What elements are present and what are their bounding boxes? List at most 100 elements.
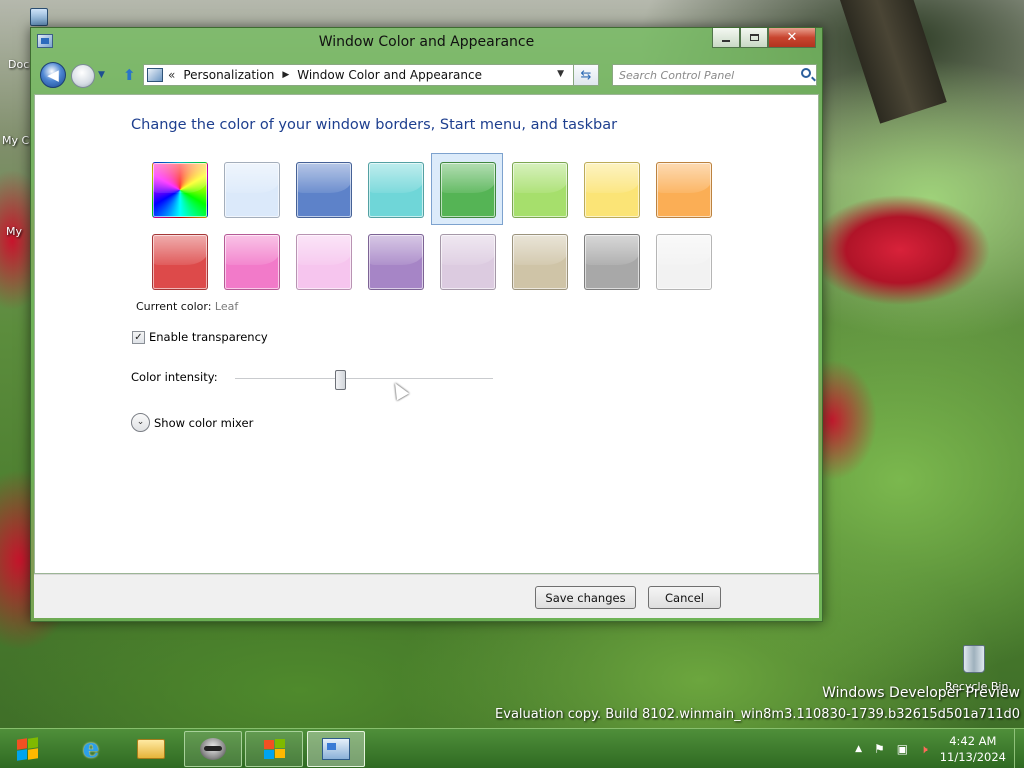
clock-time: 4:42 AM bbox=[949, 734, 997, 748]
color-swatch-tile bbox=[368, 162, 424, 218]
search-box[interactable] bbox=[612, 64, 817, 86]
control-panel-icon bbox=[147, 68, 163, 82]
color-swatch-violet[interactable] bbox=[359, 225, 431, 297]
back-arrow-icon: ◀ bbox=[47, 66, 59, 84]
color-intensity-slider-thumb[interactable] bbox=[334, 370, 346, 390]
network-icon[interactable]: ▣ bbox=[897, 742, 908, 756]
recent-pages-dropdown[interactable]: ▼ bbox=[98, 70, 105, 80]
address-overflow-chevron[interactable]: « bbox=[168, 68, 175, 82]
refresh-button[interactable]: ⇆ bbox=[573, 64, 599, 86]
color-swatch-tile bbox=[368, 234, 424, 290]
windows-flag-icon bbox=[262, 738, 286, 760]
page-heading: Change the color of your window borders,… bbox=[131, 117, 618, 133]
color-swatch-blush[interactable] bbox=[287, 225, 359, 297]
desktop-icon-recycle-bin[interactable] bbox=[963, 645, 985, 673]
color-swatch-sea-foam[interactable] bbox=[359, 153, 431, 225]
folder-icon bbox=[137, 739, 165, 759]
dialog-footer: Save changes Cancel bbox=[34, 574, 819, 618]
back-button[interactable]: ◀ bbox=[40, 62, 66, 88]
taskbar-file-explorer[interactable] bbox=[122, 731, 180, 767]
color-swatch-lime[interactable] bbox=[503, 153, 575, 225]
wallpaper-tree-trunk bbox=[840, 0, 947, 124]
current-color-value: Leaf bbox=[214, 300, 239, 313]
enable-transparency-checkbox[interactable]: ✓ bbox=[132, 330, 145, 344]
taskbar: e ▲ ⚑ ▣ 🕨 4:42 AM 11/13/2024 bbox=[0, 728, 1024, 768]
internet-explorer-icon: e bbox=[82, 734, 100, 764]
color-swatch-tile bbox=[584, 234, 640, 290]
color-swatch-twilight[interactable] bbox=[287, 153, 359, 225]
up-arrow-icon[interactable]: ⬆ bbox=[123, 66, 136, 84]
color-swatch-tile bbox=[152, 234, 208, 290]
search-icon[interactable] bbox=[801, 68, 811, 78]
color-swatch-tile bbox=[296, 234, 352, 290]
transparency-row: ✓ Enable transparency bbox=[132, 330, 268, 344]
taskbar-app-raccoon[interactable] bbox=[184, 731, 242, 767]
breadcrumb-separator-icon[interactable]: ▶ bbox=[282, 70, 289, 80]
color-swatch-lavender[interactable] bbox=[431, 225, 503, 297]
volume-muted-icon[interactable]: 🕨 bbox=[920, 742, 928, 757]
start-button[interactable] bbox=[6, 733, 48, 765]
color-swatch-leaf[interactable] bbox=[431, 153, 503, 225]
color-intensity-label: Color intensity: bbox=[131, 370, 218, 384]
current-color-line: Current color: Leaf bbox=[136, 300, 238, 313]
taskbar-control-panel[interactable] bbox=[307, 731, 365, 767]
navigation-bar: ◀ ▼ ⬆ « Personalization ▶ Window Color a… bbox=[31, 60, 822, 90]
color-swatch-taupe[interactable] bbox=[503, 225, 575, 297]
color-swatch-ruby[interactable] bbox=[143, 225, 215, 297]
desktop-icon-label-doc[interactable]: Doc bbox=[8, 58, 29, 71]
maximize-icon bbox=[749, 34, 759, 41]
watermark-edition: Windows Developer Preview bbox=[822, 685, 1020, 701]
taskbar-internet-explorer[interactable]: e bbox=[62, 731, 120, 767]
color-swatch-fuchsia[interactable] bbox=[215, 225, 287, 297]
windows-logo-icon bbox=[17, 738, 27, 750]
color-swatch-tile bbox=[296, 162, 352, 218]
color-swatch-rainbow[interactable] bbox=[143, 153, 215, 225]
desktop-icon-label-network[interactable]: My bbox=[6, 225, 22, 238]
caption-buttons: ✕ bbox=[712, 28, 816, 48]
refresh-icon: ⇆ bbox=[580, 67, 592, 83]
color-swatch-tile bbox=[224, 162, 280, 218]
search-input[interactable] bbox=[613, 65, 788, 85]
enable-transparency-label[interactable]: Enable transparency bbox=[149, 330, 268, 344]
color-swatch-tile bbox=[656, 162, 712, 218]
show-desktop-button[interactable] bbox=[1014, 729, 1024, 768]
minimize-button[interactable] bbox=[712, 28, 740, 48]
breadcrumb-window-color[interactable]: Window Color and Appearance bbox=[297, 68, 482, 82]
chevron-down-icon[interactable]: ⌄ bbox=[131, 413, 150, 432]
content-pane: Change the color of your window borders,… bbox=[34, 94, 819, 574]
forward-button[interactable] bbox=[71, 64, 95, 88]
color-swatch-tile bbox=[656, 234, 712, 290]
control-panel-icon bbox=[322, 738, 350, 760]
show-color-mixer-label[interactable]: Show color mixer bbox=[154, 416, 253, 430]
clock-date: 11/13/2024 bbox=[939, 750, 1006, 764]
color-intensity-slider-track[interactable] bbox=[235, 378, 493, 380]
close-button[interactable]: ✕ bbox=[768, 28, 816, 48]
title-bar[interactable]: Window Color and Appearance ✕ bbox=[31, 28, 822, 58]
window-title: Window Color and Appearance bbox=[318, 34, 535, 50]
minimize-icon bbox=[722, 39, 730, 42]
color-swatch-sky[interactable] bbox=[215, 153, 287, 225]
cancel-button[interactable]: Cancel bbox=[648, 586, 721, 609]
up-arrow-icon[interactable]: ▲ bbox=[855, 744, 862, 754]
flag-icon[interactable]: ⚑ bbox=[874, 742, 885, 756]
desktop-icon-documents[interactable] bbox=[30, 8, 48, 26]
save-changes-button[interactable]: Save changes bbox=[535, 586, 636, 609]
windows-flag-blue bbox=[264, 750, 274, 759]
watermark-build: Evaluation copy. Build 8102.winmain_win8… bbox=[495, 707, 1020, 722]
color-swatch-chocolate[interactable] bbox=[575, 225, 647, 297]
address-bar[interactable]: « Personalization ▶ Window Color and App… bbox=[143, 64, 599, 86]
breadcrumb-personalization[interactable]: Personalization bbox=[183, 68, 274, 82]
color-swatch-lemon[interactable] bbox=[575, 153, 647, 225]
address-dropdown-icon[interactable]: ▼ bbox=[557, 69, 564, 79]
color-swatch-pumpkin[interactable] bbox=[647, 153, 719, 225]
window-color-appearance-window: Window Color and Appearance ✕ ◀ ▼ ⬆ « Pe… bbox=[30, 27, 823, 622]
color-swatch-frost[interactable] bbox=[647, 225, 719, 297]
show-color-mixer-row[interactable]: ⌄ Show color mixer bbox=[131, 413, 253, 432]
maximize-button[interactable] bbox=[740, 28, 768, 48]
windows-logo-icon bbox=[28, 748, 38, 760]
color-swatch-tile bbox=[224, 234, 280, 290]
desktop-icon-label-computer[interactable]: My C bbox=[2, 134, 29, 147]
clock[interactable]: 4:42 AM 11/13/2024 bbox=[940, 733, 1006, 765]
windows-flag-green bbox=[275, 739, 285, 748]
taskbar-windows-app[interactable] bbox=[245, 731, 303, 767]
